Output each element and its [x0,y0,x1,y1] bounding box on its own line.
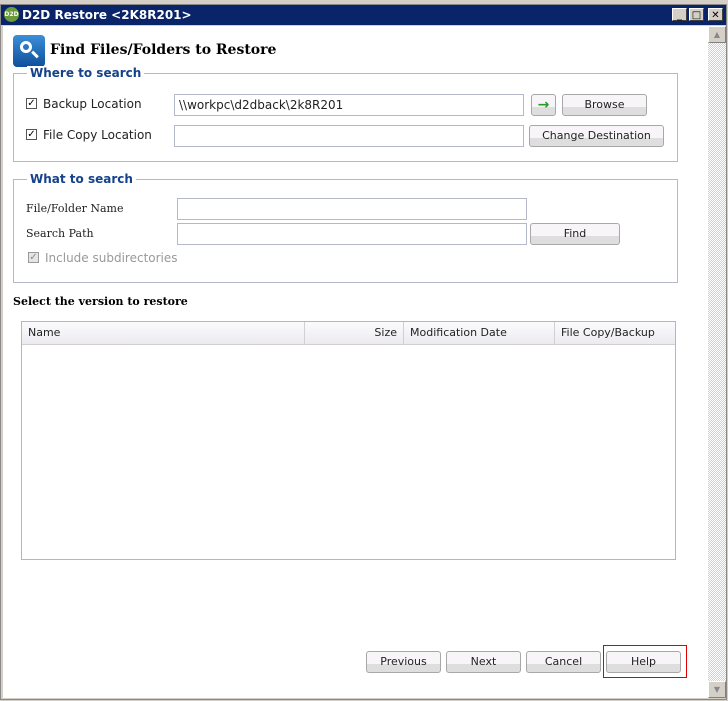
browse-button[interactable]: Browse [562,94,647,116]
green-arrow-icon: → [537,97,550,113]
window-title: D2D Restore <2K8R201> [22,8,192,22]
d2d-logo-icon: D2D [4,7,19,22]
table-header: Name Size Modification Date File Copy/Ba… [22,322,675,345]
backup-location-label: Backup Location [43,97,142,111]
file-copy-location-checkbox[interactable]: ✓ [26,129,37,140]
versions-title: Select the version to restore [13,295,188,308]
column-header-name[interactable]: Name [22,322,305,344]
file-copy-location-input[interactable] [174,125,524,147]
include-subdirectories-label: Include subdirectories [45,251,178,265]
include-subdirectories-checkbox[interactable]: ✓ [28,252,39,263]
change-destination-button[interactable]: Change Destination [529,125,664,147]
search-path-input[interactable] [177,223,527,245]
file-folder-name-label: File/Folder Name [26,202,124,215]
search-path-label: Search Path [26,227,94,240]
close-button[interactable]: ✕ [708,8,723,21]
column-header-file-copy-backup[interactable]: File Copy/Backup [555,322,675,344]
versions-table[interactable]: Name Size Modification Date File Copy/Ba… [21,321,676,560]
where-to-search-group [13,73,678,162]
backup-location-input[interactable]: \\workpc\d2dback\2k8R201 [174,94,524,116]
go-arrow-button[interactable]: → [531,94,556,116]
cancel-button[interactable]: Cancel [526,651,601,673]
scroll-up-arrow-icon[interactable]: ▲ [708,26,726,43]
scroll-down-arrow-icon[interactable]: ▼ [708,681,726,698]
find-button[interactable]: Find [530,223,620,245]
where-to-search-legend: Where to search [27,66,145,80]
search-magnifier-icon [13,35,45,67]
previous-button[interactable]: Previous [366,651,441,673]
content-area: Find Files/Folders to Restore Where to s… [3,26,708,698]
file-folder-name-input[interactable] [177,198,527,220]
page-title: Find Files/Folders to Restore [50,42,277,58]
file-copy-location-label: File Copy Location [43,128,152,142]
what-to-search-legend: What to search [27,172,136,186]
backup-location-checkbox[interactable]: ✓ [26,98,37,109]
column-header-size[interactable]: Size [305,322,404,344]
minimize-button[interactable]: _ [672,8,687,21]
maximize-button[interactable]: □ [689,8,704,21]
title-bar[interactable]: D2D D2D Restore <2K8R201> _ □ ✕ [1,5,726,25]
help-button[interactable]: Help [606,651,681,673]
next-button[interactable]: Next [446,651,521,673]
vertical-scrollbar[interactable]: ▲ ▼ [708,26,726,698]
column-header-modification-date[interactable]: Modification Date [404,322,555,344]
